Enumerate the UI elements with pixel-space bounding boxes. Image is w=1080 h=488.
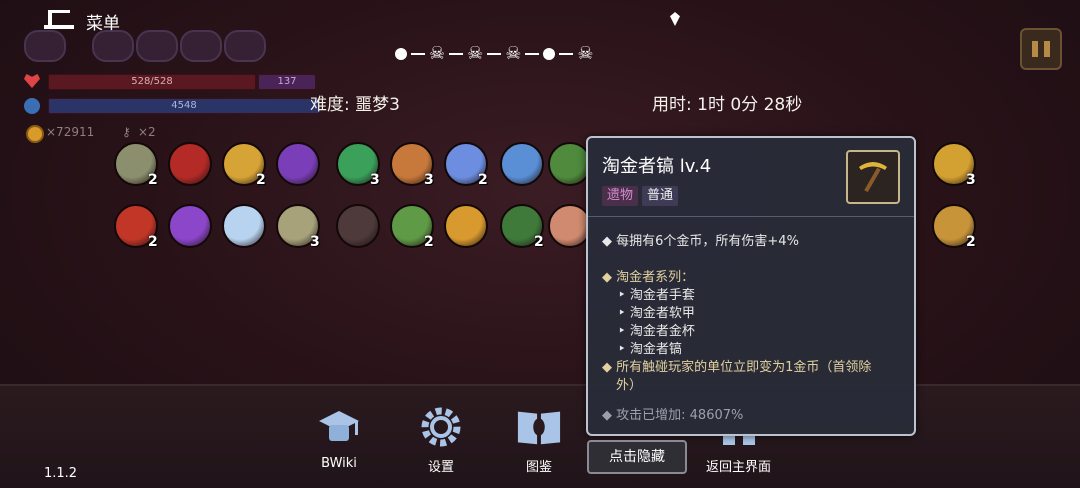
skill-slot-3[interactable]: [180, 30, 222, 62]
gold-count: ×72911: [46, 125, 95, 139]
graduation-cap-icon: [316, 404, 362, 450]
tooltip-attack-bonus: 攻击已增加: 48607%: [616, 408, 744, 423]
relic-tooltip: 淘金者镐 lv.4 遗物 普通 ◆ 每拥有6个金币，所有伤害+4% ◆ 淘金者系…: [586, 136, 916, 436]
relic-count: 2: [424, 234, 434, 250]
bwiki-label: BWiki: [321, 456, 357, 471]
tooltip-set-item: ‣ 淘金者软甲: [618, 306, 695, 321]
relic-count: 3: [310, 234, 320, 250]
tooltip-attack-line: ◆ 攻击已增加: 48607%: [602, 408, 744, 423]
book-icon: [516, 404, 562, 450]
hide-tooltip-button[interactable]: 点击隐藏: [587, 440, 687, 474]
heart-icon: [24, 74, 40, 88]
relic-count: 2: [478, 172, 488, 188]
tooltip-set-bonus-cont: 外）: [616, 378, 643, 393]
key-count: ×2: [138, 125, 156, 139]
crystal-orb-icon[interactable]: [500, 142, 544, 186]
skull-icon: ☠: [505, 43, 522, 64]
skill-slot-4[interactable]: [224, 30, 266, 62]
skill-slot-2[interactable]: [136, 30, 178, 62]
tooltip-effect-line: ◆ 每拥有6个金币，所有伤害+4%: [602, 234, 799, 249]
room-node-icon: [543, 48, 556, 60]
relic-count: 2: [534, 234, 544, 250]
relic-count: 2: [256, 172, 266, 188]
dragon-eye-icon[interactable]: [168, 142, 212, 186]
route-map: ☠ ☠ ☠ ☠: [395, 42, 594, 66]
pause-icon: [1032, 41, 1038, 57]
room-node-icon: [395, 48, 407, 60]
codex-label: 图鉴: [525, 460, 552, 475]
purple-boot-icon[interactable]: [168, 204, 212, 248]
skill-slot-1[interactable]: [92, 30, 134, 62]
relic-count: 2: [966, 234, 976, 250]
tooltip-set-title: 淘金者系列：: [616, 270, 695, 285]
return-home-label: 返回主界面: [706, 460, 772, 475]
pause-button[interactable]: [1020, 28, 1062, 70]
gold-chalice-icon[interactable]: [444, 204, 488, 248]
mana-bar: 4548: [48, 98, 320, 114]
relic-count: 3: [966, 172, 976, 188]
inventory-icon[interactable]: [24, 30, 66, 62]
hp-bar: 528/528: [48, 74, 256, 90]
back-arrow-icon: [44, 10, 74, 29]
skull-icon: ☠: [429, 43, 446, 64]
skull-icon: ☠: [467, 43, 484, 64]
tooltip-tag-type: 遗物: [602, 186, 639, 206]
tooltip-set-item: ‣ 淘金者镐: [618, 342, 682, 357]
version-label: 1.1.2: [44, 466, 78, 481]
ice-crystal-icon[interactable]: [222, 204, 266, 248]
relic-count: 3: [424, 172, 434, 188]
tooltip-set-title-line: ◆ 淘金者系列：: [602, 270, 695, 285]
key-icon: ⚷: [122, 125, 131, 139]
bwiki-button[interactable]: BWiki: [316, 404, 362, 471]
settings-button[interactable]: 设置: [418, 404, 464, 475]
mana-icon: [24, 98, 40, 114]
codex-button[interactable]: 图鉴: [516, 404, 562, 475]
run-time-label: 用时: 1时 0分 28秒: [652, 95, 803, 115]
armor-bar: 137: [258, 74, 316, 90]
tooltip-set-item: ‣ 淘金者金杯: [618, 324, 695, 339]
pickaxe-icon: [846, 150, 900, 204]
relic-count: 2: [148, 234, 158, 250]
tooltip-effect: 每拥有6个金币，所有伤害+4%: [616, 234, 799, 249]
tooltip-set-item: ‣ 淘金者手套: [618, 288, 695, 303]
relic-count: 3: [370, 172, 380, 188]
coin-icon: [26, 125, 44, 143]
tooltip-set-bonus: 所有触碰玩家的单位立即变为1金币（首领除: [616, 360, 872, 375]
witch-hat-icon[interactable]: [276, 142, 320, 186]
relic-count: 2: [148, 172, 158, 188]
difficulty-label: 难度: 噩梦3: [310, 95, 400, 115]
tooltip-set-bonus-line: ◆ 所有触碰玩家的单位立即变为1金币（首领除: [602, 360, 872, 375]
tooltip-title: 淘金者镐 lv.4: [602, 156, 712, 177]
settings-label: 设置: [427, 460, 454, 475]
boss-skull-icon: ☠: [577, 43, 594, 64]
dark-beast-icon[interactable]: [336, 204, 380, 248]
tooltip-tag-rarity: 普通: [642, 186, 679, 206]
gear-icon: [418, 404, 464, 450]
